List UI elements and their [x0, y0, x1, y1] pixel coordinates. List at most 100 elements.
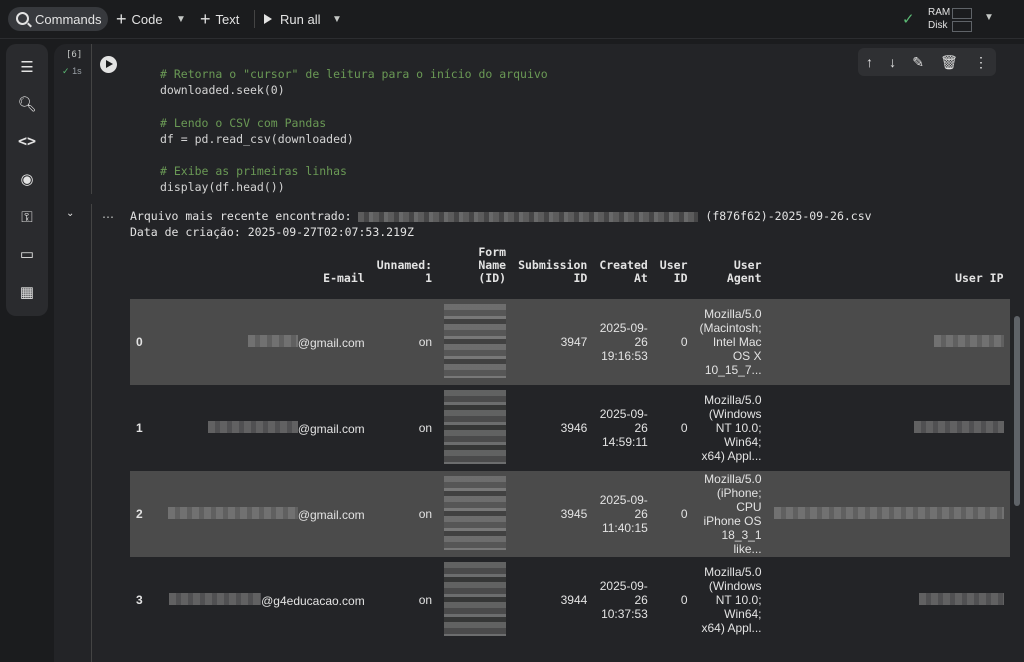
add-code-button[interactable]: + Code [116, 7, 163, 31]
row-index-value: 0 [136, 335, 143, 349]
redacted-filename [358, 211, 699, 222]
redacted-form-name [444, 303, 507, 378]
redacted-user-ip [773, 506, 1004, 519]
add-text-button[interactable]: + Text [200, 7, 239, 31]
email-domain: @gmail.com [297, 421, 365, 436]
dataframe-table: E-mail Unnamed: 1 Form Name (ID) Submission… [130, 246, 1010, 643]
redacted-email-user [247, 334, 298, 347]
email-domain: @g4educacao.com [261, 593, 365, 608]
created-at-cell: 2025-09- 26 11:40:15 [593, 471, 653, 557]
commands-label: Commands [35, 11, 102, 27]
user-agent-value: Mozilla/5.0 (iPhone; CPU iPhone OS 18_3_… [703, 472, 762, 556]
execution-count: [6] [66, 50, 83, 60]
cell-toolbar: ↑ ↓ ✎ 🗑︎ ⋮ [858, 48, 996, 76]
column-header [130, 246, 149, 299]
connected-check-icon: ✓ [902, 11, 915, 28]
execution-time: ✓ 1s [62, 66, 82, 77]
column-header: Submission ID [518, 258, 588, 285]
run-cell-button[interactable] [100, 56, 117, 73]
unnamed-value: on [418, 507, 433, 521]
unnamed-value: on [418, 421, 433, 435]
cell-gutter: [6] ✓ 1s [54, 44, 92, 194]
redacted-user-ip [913, 420, 1004, 433]
secrets-icon[interactable]: ⚿ [16, 206, 38, 228]
email-cell: @gmail.com [149, 385, 371, 471]
sidebar: ☰ 🔍︎ <> ◉ ⚿ ▭ ▦ [6, 44, 48, 316]
row-index: 0 [130, 299, 149, 385]
submission-id-cell: 3945 [512, 471, 593, 557]
move-up-icon[interactable]: ↑ [866, 54, 873, 70]
submission-id-cell: 3947 [512, 299, 593, 385]
disk-label: Disk [928, 20, 948, 31]
column-header: User Agent [726, 258, 762, 285]
code-editor[interactable]: # Retorna o "cursor" de leitura para o i… [160, 66, 548, 196]
search-icon [16, 11, 29, 25]
unnamed-value: on [418, 593, 433, 607]
commands-button[interactable]: Commands [8, 7, 108, 31]
run-all-button[interactable]: Run all [264, 7, 320, 31]
table-row: 0 @gmail.com on 3947 2025-09- 26 19:16:53 0 Mo… [130, 299, 1010, 385]
user-agent-value: Mozilla/5.0 (Windows NT 10.0; Win64; x64… [701, 565, 762, 635]
email-cell: @gmail.com [149, 471, 371, 557]
caret-down-icon: ▼ [332, 13, 342, 25]
email-domain: @gmail.com [297, 507, 365, 522]
row-index-value: 1 [136, 421, 143, 435]
output-actions-icon[interactable]: ⋯ [102, 210, 115, 224]
caret-down-icon: ▼ [176, 13, 186, 25]
user-ip-cell [768, 385, 1010, 471]
more-options-icon[interactable]: ⋮ [974, 54, 988, 71]
toc-icon[interactable]: ☰ [16, 56, 38, 78]
row-index-value: 2 [136, 507, 143, 521]
code-line: # Lendo o CSV com Pandas [160, 115, 327, 130]
delete-icon[interactable]: 🗑︎ [940, 54, 958, 71]
created-at-cell: 2025-09- 26 19:16:53 [593, 299, 653, 385]
submission-id-value: 3947 [560, 335, 588, 349]
disk-bar [952, 21, 972, 32]
check-icon: ✓ [62, 66, 70, 76]
move-down-icon[interactable]: ↓ [889, 54, 896, 70]
variables-icon[interactable]: ◉ [16, 168, 38, 190]
unnamed-cell: on [371, 299, 438, 385]
add-code-dropdown[interactable]: ▼ [176, 7, 186, 31]
files-icon[interactable]: ▭ [16, 243, 38, 265]
redacted-user-ip [918, 592, 1004, 605]
caret-down-icon[interactable]: ▼ [984, 12, 994, 23]
user-ip-cell [768, 557, 1010, 643]
run-all-dropdown[interactable]: ▼ [332, 7, 342, 31]
created-at-value: 2025-09- 26 10:37:53 [599, 579, 648, 621]
find-icon[interactable]: 🔍︎ [16, 93, 38, 115]
toolbar-divider [254, 10, 255, 28]
resources-indicator[interactable]: ✓ RAM Disk ▼ [902, 5, 1022, 33]
form-name-cell [438, 385, 512, 471]
email-cell: @gmail.com [149, 299, 371, 385]
code-line: # Retorna o "cursor" de leitura para o i… [160, 67, 548, 81]
code-line: # Exibe as primeiras linhas [160, 164, 347, 179]
user-id-cell: 0 [654, 385, 694, 471]
user-id-cell: 0 [654, 471, 694, 557]
scrollbar[interactable] [1014, 316, 1020, 506]
code-snippets-icon[interactable]: <> [16, 130, 38, 152]
code-line: display(df.head()) [160, 180, 285, 195]
user-id-cell: 0 [654, 557, 694, 643]
created-at-value: 2025-09- 26 14:59:11 [599, 407, 648, 449]
redacted-user-ip [933, 334, 1004, 347]
run-all-label: Run all [280, 11, 321, 27]
table-row: 1 @gmail.com on 3946 2025-09- 26 14:59:11 0 Mo… [130, 385, 1010, 471]
user-agent-cell: Mozilla/5.0 (Windows NT 10.0; Win64; x64… [694, 385, 768, 471]
data-table-icon[interactable]: ▦ [16, 281, 38, 303]
row-index: 2 [130, 471, 149, 557]
table-row: 3 @g4educacao.com on 3944 2025-09- 26 10:37:… [130, 557, 1010, 643]
edit-icon[interactable]: ✎ [912, 54, 924, 71]
row-index: 1 [130, 385, 149, 471]
output-line1-prefix: Arquivo mais recente encontrado: [130, 209, 359, 223]
ram-bar [952, 8, 972, 19]
add-text-label: Text [215, 11, 240, 27]
user-ip-cell [768, 299, 1010, 385]
user-agent-cell: Mozilla/5.0 (Macintosh; Intel Mac OS X 1… [694, 299, 768, 385]
collapse-output-icon[interactable]: ⌄ [66, 208, 74, 219]
toolbar: Commands + Code ▼ + Text Run all ▼ ✓ RAM… [0, 0, 1024, 39]
redacted-email-user [207, 420, 298, 433]
output-gutter [54, 204, 92, 662]
created-at-cell: 2025-09- 26 10:37:53 [593, 557, 653, 643]
created-at-value: 2025-09- 26 11:40:15 [599, 493, 648, 535]
